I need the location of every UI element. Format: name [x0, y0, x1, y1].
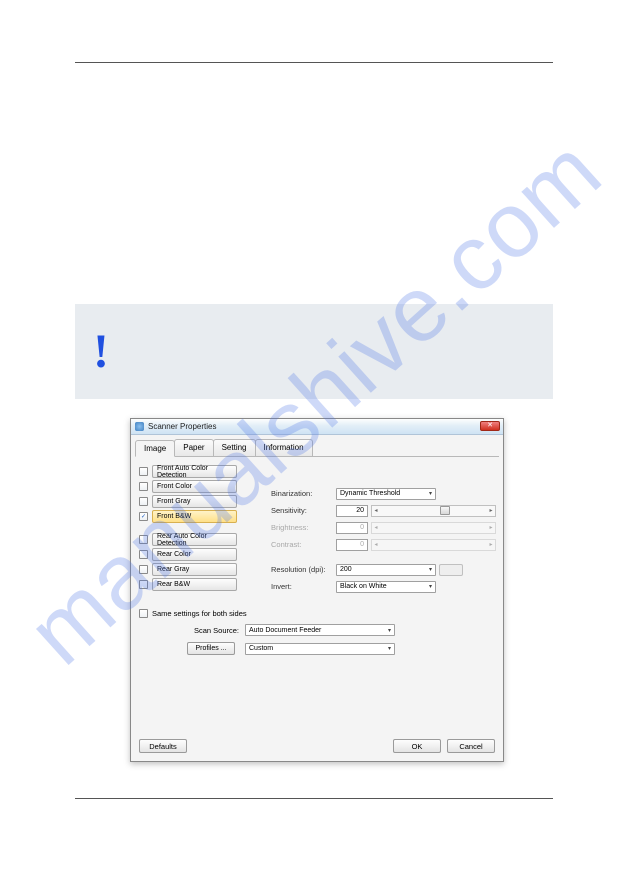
- titlebar: Scanner Properties ✕: [131, 419, 503, 435]
- invert-combo[interactable]: Black on White: [336, 581, 436, 593]
- scanner-properties-dialog: Scanner Properties ✕ Image Paper Setting…: [130, 418, 504, 762]
- invert-label: Invert:: [271, 582, 336, 591]
- front-color-button[interactable]: Front Color: [152, 480, 237, 493]
- sensitivity-thumb[interactable]: [440, 506, 450, 515]
- rear-gray-checkbox[interactable]: [139, 565, 148, 574]
- rear-auto-button[interactable]: Rear Auto Color Detection: [152, 533, 237, 546]
- invert-row: Invert: Black on White: [271, 580, 496, 593]
- tab-setting[interactable]: Setting: [213, 439, 256, 456]
- tab-information[interactable]: Information: [255, 439, 313, 456]
- tab-paper[interactable]: Paper: [174, 439, 213, 456]
- slider-right-icon: ▸: [487, 541, 495, 548]
- same-settings-label: Same settings for both sides: [152, 609, 247, 618]
- slider-left-icon: ◂: [372, 507, 380, 514]
- cancel-button[interactable]: Cancel: [447, 739, 495, 753]
- profiles-combo[interactable]: Custom: [245, 643, 395, 655]
- sensitivity-value[interactable]: 20: [336, 505, 368, 517]
- contrast-label: Contrast:: [271, 540, 336, 549]
- slider-left-icon: ◂: [372, 541, 380, 548]
- image-panel: Front Auto Color Detection Front Color F…: [131, 457, 503, 663]
- slider-right-icon: ▸: [487, 507, 495, 514]
- brightness-value: 0: [336, 522, 368, 534]
- sensitivity-slider[interactable]: ◂ ▸: [371, 505, 496, 517]
- sensitivity-label: Sensitivity:: [271, 506, 336, 515]
- dialog-button-bar: Defaults OK Cancel: [131, 733, 503, 761]
- notice-box: !: [75, 304, 553, 399]
- front-color-checkbox[interactable]: [139, 482, 148, 491]
- resolution-combo[interactable]: 200: [336, 564, 436, 576]
- front-auto-checkbox[interactable]: [139, 467, 148, 476]
- front-gray-checkbox[interactable]: [139, 497, 148, 506]
- front-bw-button[interactable]: Front B&W: [152, 510, 237, 523]
- rear-bw-checkbox[interactable]: [139, 580, 148, 589]
- contrast-row: Contrast: 0 ◂ ▸: [271, 538, 496, 551]
- same-settings-row: Same settings for both sides: [139, 609, 495, 618]
- rear-bw-button[interactable]: Rear B&W: [152, 578, 237, 591]
- scan-source-combo[interactable]: Auto Document Feeder: [245, 624, 395, 636]
- slider-right-icon: ▸: [487, 524, 495, 531]
- ok-button[interactable]: OK: [393, 739, 441, 753]
- front-bw-checkbox[interactable]: ✓: [139, 512, 148, 521]
- exclamation-icon: !: [93, 324, 109, 379]
- close-button[interactable]: ✕: [480, 421, 500, 431]
- rear-gray-button[interactable]: Rear Gray: [152, 563, 237, 576]
- profiles-button[interactable]: Profiles ...: [187, 642, 235, 655]
- contrast-slider: ◂ ▸: [371, 539, 496, 551]
- settings-column: Binarization: Dynamic Threshold Sensitiv…: [271, 487, 496, 597]
- ok-cancel-group: OK Cancel: [393, 739, 495, 753]
- top-divider: [75, 62, 553, 63]
- tab-image[interactable]: Image: [135, 440, 175, 457]
- defaults-button[interactable]: Defaults: [139, 739, 187, 753]
- rear-color-button[interactable]: Rear Color: [152, 548, 237, 561]
- brightness-label: Brightness:: [271, 523, 336, 532]
- tab-strip: Image Paper Setting Information: [135, 439, 499, 457]
- same-settings-checkbox[interactable]: [139, 609, 148, 618]
- bottom-divider: [75, 798, 553, 799]
- binarization-combo[interactable]: Dynamic Threshold: [336, 488, 436, 500]
- resolution-extra-button[interactable]: [439, 564, 463, 576]
- binarization-row: Binarization: Dynamic Threshold: [271, 487, 496, 500]
- rear-auto-checkbox[interactable]: [139, 535, 148, 544]
- front-gray-button[interactable]: Front Gray: [152, 495, 237, 508]
- profiles-row: Profiles ... Custom: [187, 642, 495, 655]
- front-auto-button[interactable]: Front Auto Color Detection: [152, 465, 237, 478]
- sensitivity-row: Sensitivity: 20 ◂ ▸: [271, 504, 496, 517]
- brightness-slider: ◂ ▸: [371, 522, 496, 534]
- brightness-row: Brightness: 0 ◂ ▸: [271, 521, 496, 534]
- resolution-row: Resolution (dpi): 200: [271, 563, 496, 576]
- binarization-label: Binarization:: [271, 489, 336, 498]
- dialog-title: Scanner Properties: [148, 422, 216, 431]
- rear-color-checkbox[interactable]: [139, 550, 148, 559]
- front-auto-row: Front Auto Color Detection: [139, 465, 495, 478]
- slider-left-icon: ◂: [372, 524, 380, 531]
- contrast-value: 0: [336, 539, 368, 551]
- scan-source-label: Scan Source:: [187, 626, 245, 635]
- resolution-label: Resolution (dpi):: [271, 565, 336, 574]
- app-icon: [135, 422, 144, 431]
- scan-source-row: Scan Source: Auto Document Feeder: [187, 624, 495, 636]
